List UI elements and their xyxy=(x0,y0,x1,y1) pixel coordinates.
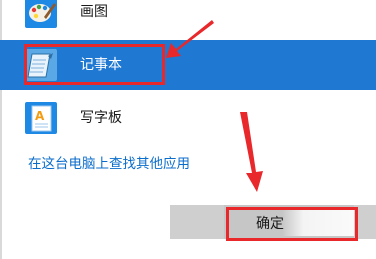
app-item-notepad[interactable]: 记事本 xyxy=(0,40,376,90)
blur-overlay xyxy=(282,208,354,236)
paint-icon xyxy=(24,0,58,29)
app-label-wordpad: 写字板 xyxy=(80,110,122,126)
app-item-paint[interactable]: 画图 xyxy=(0,0,376,36)
svg-text:A: A xyxy=(35,109,45,123)
app-label-notepad: 记事本 xyxy=(80,57,122,73)
app-item-wordpad[interactable]: A 写字板 xyxy=(0,94,376,142)
app-label-paint: 画图 xyxy=(80,4,108,20)
app-chooser-panel: 画图 记事本 A 写字板 在这台电脑上查找其他应用 确定 xyxy=(0,0,376,259)
wordpad-icon: A xyxy=(24,101,58,135)
find-other-apps-link[interactable]: 在这台电脑上查找其他应用 xyxy=(28,152,190,172)
ok-button-label: 确定 xyxy=(256,216,284,232)
notepad-icon xyxy=(24,48,58,82)
